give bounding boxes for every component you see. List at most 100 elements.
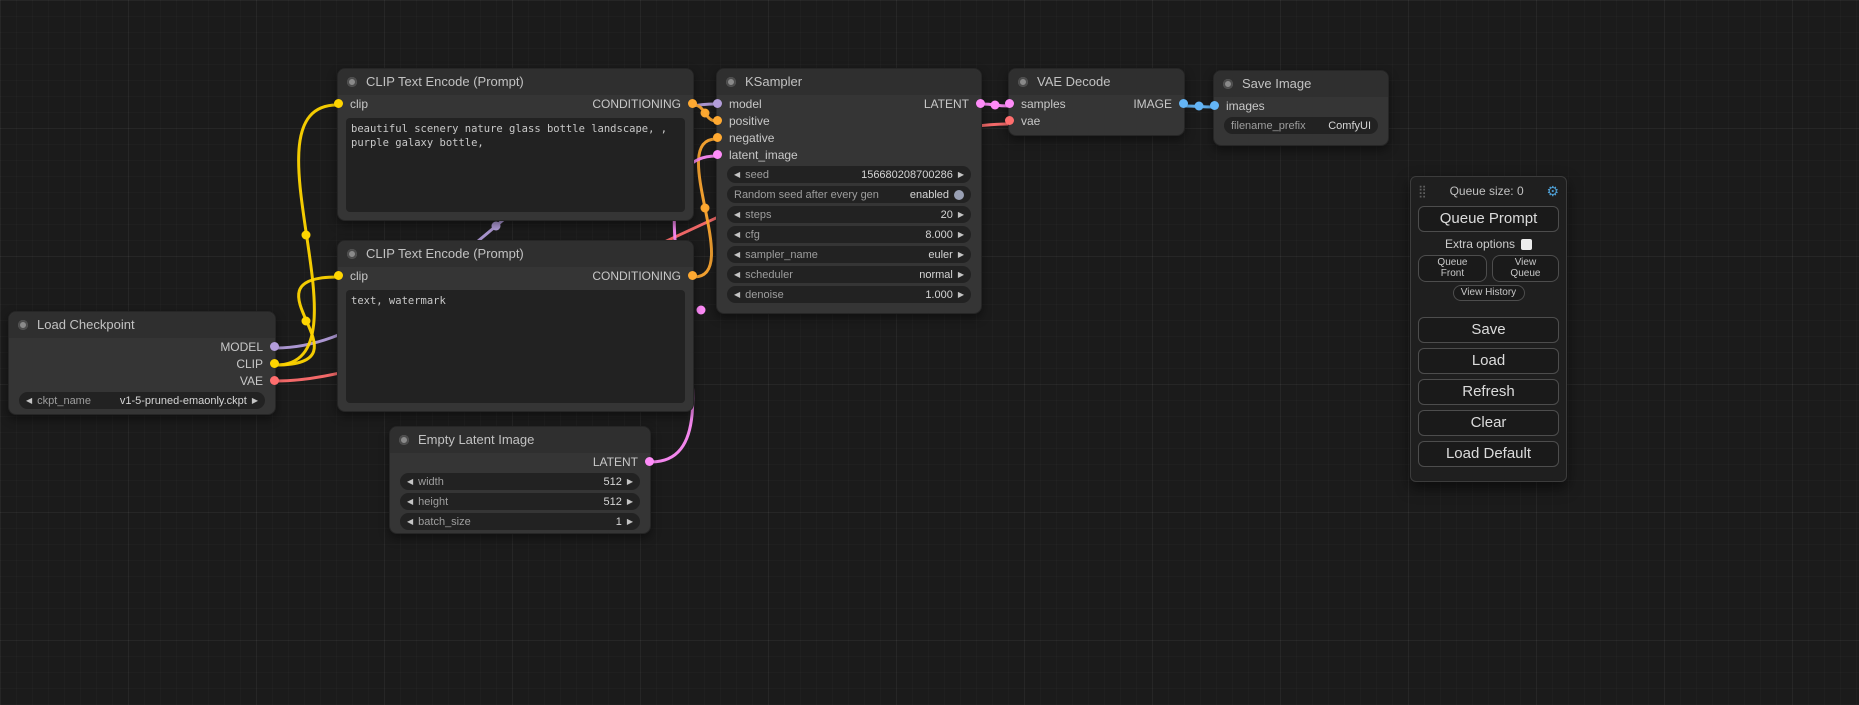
decrement-arrow-icon[interactable]: ◀ <box>734 206 740 223</box>
decrement-arrow-icon[interactable]: ◀ <box>407 513 413 530</box>
output-slot-label: CONDITIONING <box>592 269 681 283</box>
collapse-dot-icon[interactable] <box>347 249 357 259</box>
widget-denoise[interactable]: ◀ denoise 1.000 ▶ <box>727 286 971 303</box>
widget-sampler-name[interactable]: ◀ sampler_name euler ▶ <box>727 246 971 263</box>
input-slot-label: negative <box>729 131 774 145</box>
output-slot-clip[interactable] <box>270 359 279 368</box>
input-slot-label: model <box>729 97 762 111</box>
node-load-checkpoint[interactable]: Load Checkpoint MODEL CLIP VAE ◀ ckpt_na… <box>8 311 276 415</box>
collapse-dot-icon[interactable] <box>1223 79 1233 89</box>
node-clip-text-encode-positive[interactable]: CLIP Text Encode (Prompt) clip CONDITION… <box>337 68 694 221</box>
node-empty-latent-image[interactable]: Empty Latent Image LATENT ◀ width 512 ▶ … <box>389 426 651 534</box>
queue-front-button[interactable]: Queue Front <box>1418 255 1487 282</box>
output-slot-image[interactable] <box>1179 99 1188 108</box>
output-slot-conditioning[interactable] <box>688 271 697 280</box>
extra-options-checkbox[interactable] <box>1521 239 1532 250</box>
input-slot-vae[interactable] <box>1005 116 1014 125</box>
decrement-arrow-icon[interactable]: ◀ <box>26 392 32 409</box>
wire-midpoint-dot <box>701 109 710 118</box>
queue-prompt-button[interactable]: Queue Prompt <box>1418 206 1559 232</box>
widget-ckpt-name[interactable]: ◀ ckpt_name v1-5-pruned-emaonly.ckpt ▶ <box>19 392 265 409</box>
node-titlebar[interactable]: VAE Decode <box>1009 69 1184 95</box>
node-titlebar[interactable]: KSampler <box>717 69 981 95</box>
view-history-button[interactable]: View History <box>1453 285 1525 301</box>
decrement-arrow-icon[interactable]: ◀ <box>734 166 740 183</box>
widget-steps[interactable]: ◀ steps 20 ▶ <box>727 206 971 223</box>
node-titlebar[interactable]: Load Checkpoint <box>9 312 275 338</box>
node-titlebar[interactable]: CLIP Text Encode (Prompt) <box>338 241 693 267</box>
input-slot-negative[interactable] <box>713 133 722 142</box>
increment-arrow-icon[interactable]: ▶ <box>958 166 964 183</box>
collapse-dot-icon[interactable] <box>399 435 409 445</box>
node-vae-decode[interactable]: VAE Decode samples vae IMAGE <box>1008 68 1185 136</box>
decrement-arrow-icon[interactable]: ◀ <box>407 493 413 510</box>
increment-arrow-icon[interactable]: ▶ <box>958 226 964 243</box>
decrement-arrow-icon[interactable]: ◀ <box>734 266 740 283</box>
settings-gear-icon[interactable]: ⚙ <box>1546 183 1559 200</box>
increment-arrow-icon[interactable]: ▶ <box>958 266 964 283</box>
increment-arrow-icon[interactable]: ▶ <box>627 513 633 530</box>
widget-filename-prefix[interactable]: filename_prefix ComfyUI <box>1224 117 1378 134</box>
node-titlebar[interactable]: Save Image <box>1214 71 1388 97</box>
toggle-icon[interactable] <box>954 190 964 200</box>
input-slot-label: latent_image <box>729 148 798 162</box>
output-slot-model[interactable] <box>270 342 279 351</box>
widget-batch-size[interactable]: ◀ batch_size 1 ▶ <box>400 513 640 530</box>
node-save-image[interactable]: Save Image images filename_prefix ComfyU… <box>1213 70 1389 146</box>
decrement-arrow-icon[interactable]: ◀ <box>734 246 740 263</box>
wire-clip-positive <box>276 105 337 365</box>
widget-seed[interactable]: ◀ seed 156680208700286 ▶ <box>727 166 971 183</box>
increment-arrow-icon[interactable]: ▶ <box>958 206 964 223</box>
increment-arrow-icon[interactable]: ▶ <box>958 286 964 303</box>
input-slot-samples[interactable] <box>1005 99 1014 108</box>
increment-arrow-icon[interactable]: ▶ <box>627 473 633 490</box>
node-title: CLIP Text Encode (Prompt) <box>366 246 524 261</box>
view-queue-button[interactable]: View Queue <box>1492 255 1559 282</box>
increment-arrow-icon[interactable]: ▶ <box>627 493 633 510</box>
wire-midpoint-dot <box>302 317 311 326</box>
input-slot-model[interactable] <box>713 99 722 108</box>
collapse-dot-icon[interactable] <box>18 320 28 330</box>
widget-height[interactable]: ◀ height 512 ▶ <box>400 493 640 510</box>
node-titlebar[interactable]: Empty Latent Image <box>390 427 650 453</box>
output-slot-vae[interactable] <box>270 376 279 385</box>
decrement-arrow-icon[interactable]: ◀ <box>407 473 413 490</box>
refresh-button[interactable]: Refresh <box>1418 379 1559 405</box>
load-button[interactable]: Load <box>1418 348 1559 374</box>
increment-arrow-icon[interactable]: ▶ <box>252 392 258 409</box>
collapse-dot-icon[interactable] <box>726 77 736 87</box>
queue-panel[interactable]: ⣿ Queue size: 0 ⚙ Queue Prompt Extra opt… <box>1410 176 1567 482</box>
widget-cfg[interactable]: ◀ cfg 8.000 ▶ <box>727 226 971 243</box>
node-title: Empty Latent Image <box>418 432 534 447</box>
node-canvas[interactable]: Load Checkpoint MODEL CLIP VAE ◀ ckpt_na… <box>0 0 1859 705</box>
node-titlebar[interactable]: CLIP Text Encode (Prompt) <box>338 69 693 95</box>
drag-handle-icon[interactable]: ⣿ <box>1418 184 1427 198</box>
output-slot-latent[interactable] <box>645 457 654 466</box>
collapse-dot-icon[interactable] <box>347 77 357 87</box>
decrement-arrow-icon[interactable]: ◀ <box>734 226 740 243</box>
load-default-button[interactable]: Load Default <box>1418 441 1559 467</box>
widget-width[interactable]: ◀ width 512 ▶ <box>400 473 640 490</box>
input-slot-images[interactable] <box>1210 101 1219 110</box>
collapse-dot-icon[interactable] <box>1018 77 1028 87</box>
output-slot-label: CLIP <box>236 357 263 371</box>
node-title: CLIP Text Encode (Prompt) <box>366 74 524 89</box>
widget-random-seed-toggle[interactable]: Random seed after every gen enabled <box>727 186 971 203</box>
decrement-arrow-icon[interactable]: ◀ <box>734 286 740 303</box>
negative-prompt-textarea[interactable]: text, watermark <box>346 290 685 403</box>
input-slot-positive[interactable] <box>713 116 722 125</box>
input-slot-latent-image[interactable] <box>713 150 722 159</box>
save-button[interactable]: Save <box>1418 317 1559 343</box>
node-ksampler[interactable]: KSampler model positive negative latent_… <box>716 68 982 314</box>
node-clip-text-encode-negative[interactable]: CLIP Text Encode (Prompt) clip CONDITION… <box>337 240 694 412</box>
output-slot-conditioning[interactable] <box>688 99 697 108</box>
increment-arrow-icon[interactable]: ▶ <box>958 246 964 263</box>
clear-button[interactable]: Clear <box>1418 410 1559 436</box>
wire-midpoint-dot <box>697 306 706 315</box>
input-slot-clip[interactable] <box>334 99 343 108</box>
wire-midpoint-dot <box>1195 102 1204 111</box>
widget-scheduler[interactable]: ◀ scheduler normal ▶ <box>727 266 971 283</box>
input-slot-clip[interactable] <box>334 271 343 280</box>
output-slot-latent[interactable] <box>976 99 985 108</box>
positive-prompt-textarea[interactable]: beautiful scenery nature glass bottle la… <box>346 118 685 212</box>
